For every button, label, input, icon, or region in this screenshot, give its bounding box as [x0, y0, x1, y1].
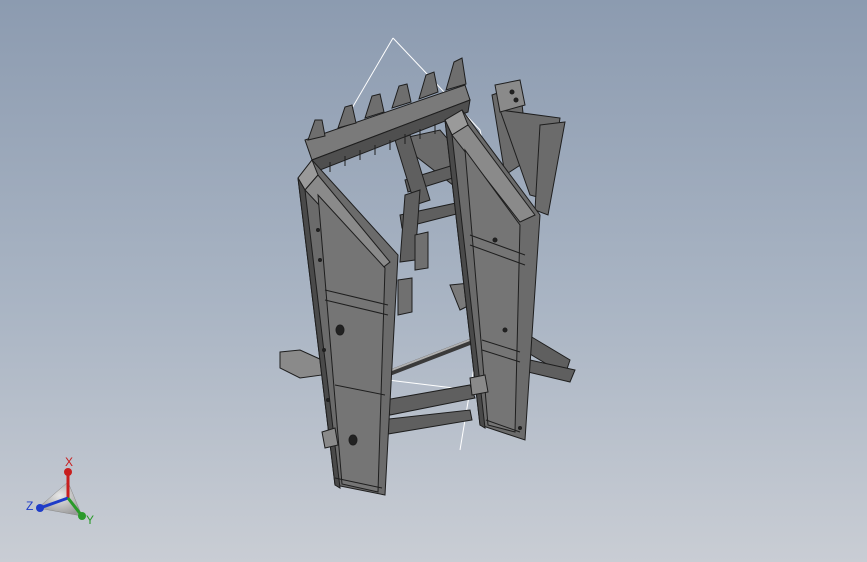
- view-orientation-triad[interactable]: X Z Y: [18, 450, 108, 530]
- left-upright-panel[interactable]: [297, 159, 399, 496]
- x-axis-label: X: [65, 455, 73, 469]
- triad-base-icon: [37, 481, 83, 517]
- z-axis-label: Z: [26, 499, 33, 513]
- frame-assembly-model[interactable]: [0, 0, 867, 562]
- y-axis-label: Y: [86, 513, 94, 527]
- graphics-viewport[interactable]: X Z Y: [0, 0, 867, 562]
